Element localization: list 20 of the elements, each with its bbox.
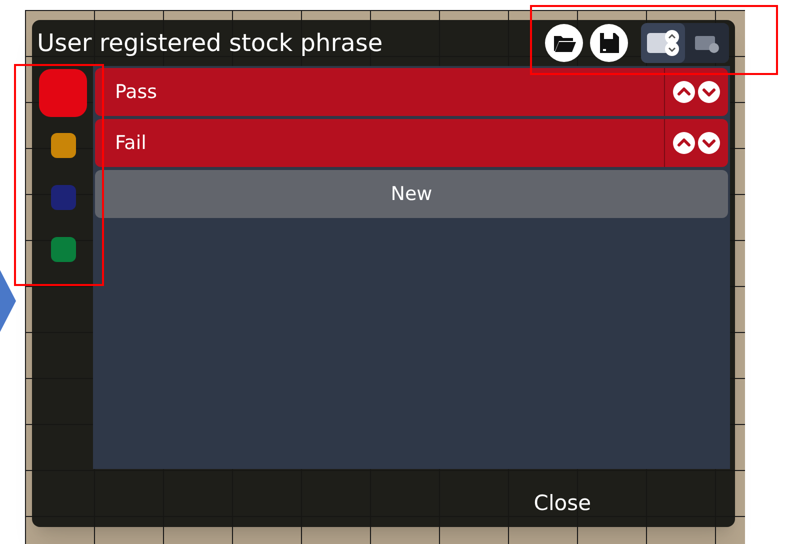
phrase-label: Fail bbox=[114, 130, 148, 156]
color-swatch[interactable] bbox=[50, 132, 76, 158]
chevron-down-icon[interactable] bbox=[698, 132, 720, 154]
reorder-mode-toggle[interactable] bbox=[641, 23, 685, 63]
save-icon[interactable] bbox=[590, 24, 628, 62]
close-button[interactable]: Close bbox=[530, 488, 595, 519]
color-swatch[interactable] bbox=[50, 184, 76, 210]
folder-icon[interactable] bbox=[545, 24, 583, 62]
dialog-title: User registered stock phrase bbox=[37, 28, 384, 59]
card-arrows-icon bbox=[645, 27, 681, 59]
phrase-row[interactable]: Fail bbox=[95, 119, 728, 167]
chevron-up-icon[interactable] bbox=[673, 132, 695, 154]
arrow-icon bbox=[0, 270, 16, 332]
color-swatch[interactable] bbox=[50, 236, 76, 262]
chevron-down-icon[interactable] bbox=[698, 81, 720, 103]
phrase-label: Pass bbox=[114, 80, 158, 105]
chevron-up-icon[interactable] bbox=[673, 81, 695, 103]
new-button[interactable]: New bbox=[95, 170, 728, 218]
phrase-row[interactable]: Pass bbox=[95, 68, 728, 116]
color-swatch[interactable] bbox=[39, 69, 87, 117]
